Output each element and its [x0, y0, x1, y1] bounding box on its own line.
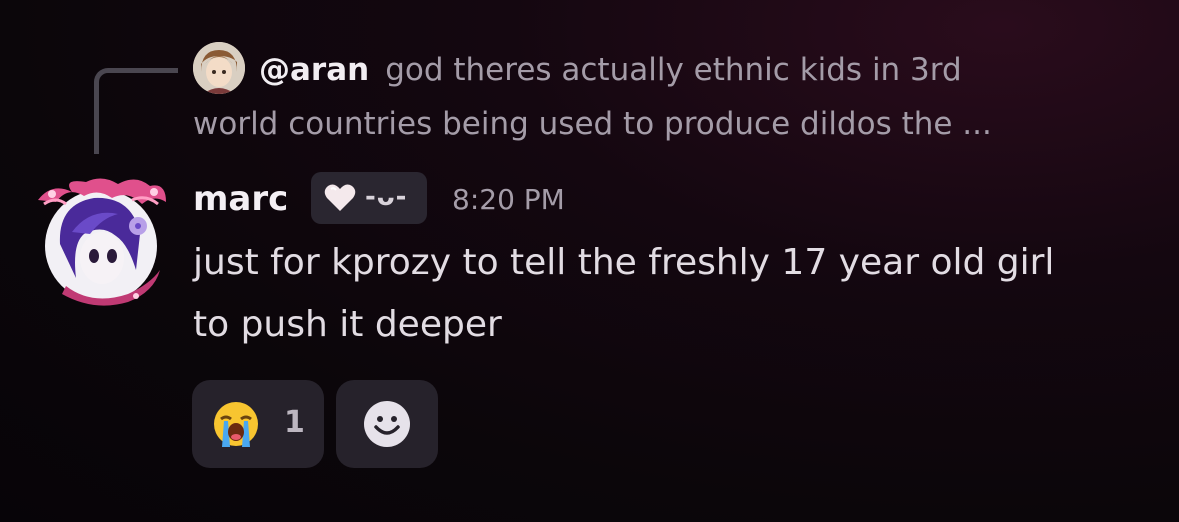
server-tag-text: -ᴗ-	[365, 182, 408, 212]
message-username[interactable]: marc	[193, 178, 288, 220]
user-avatar-icon	[38, 178, 166, 306]
reply-text-line1: god theres actually ethnic kids in 3rd	[385, 52, 962, 88]
message-timestamp: 8:20 PM	[452, 183, 565, 216]
heart-icon	[324, 184, 356, 211]
message-text-line1: just for kprozy to tell the freshly 17 y…	[193, 242, 1055, 283]
reply-preview[interactable]: @aran god theres actually ethnic kids in …	[259, 50, 962, 90]
reply-connector	[94, 68, 178, 154]
reply-avatar-icon	[193, 42, 245, 94]
user-avatar[interactable]	[32, 174, 170, 312]
reply-avatar[interactable]	[193, 42, 245, 94]
reply-username[interactable]: @aran	[259, 52, 369, 88]
add-reaction-button[interactable]	[336, 380, 438, 468]
server-tag-badge[interactable]: -ᴗ-	[311, 172, 427, 224]
add-reaction-smiley-icon	[364, 401, 410, 447]
reaction-button[interactable]: 1	[192, 380, 324, 468]
reaction-count: 1	[284, 405, 305, 440]
message-text-line2: to push it deeper	[193, 304, 502, 345]
reply-text-line2[interactable]: world countries being used to produce di…	[193, 104, 992, 144]
loudly-crying-face-icon	[214, 402, 258, 447]
